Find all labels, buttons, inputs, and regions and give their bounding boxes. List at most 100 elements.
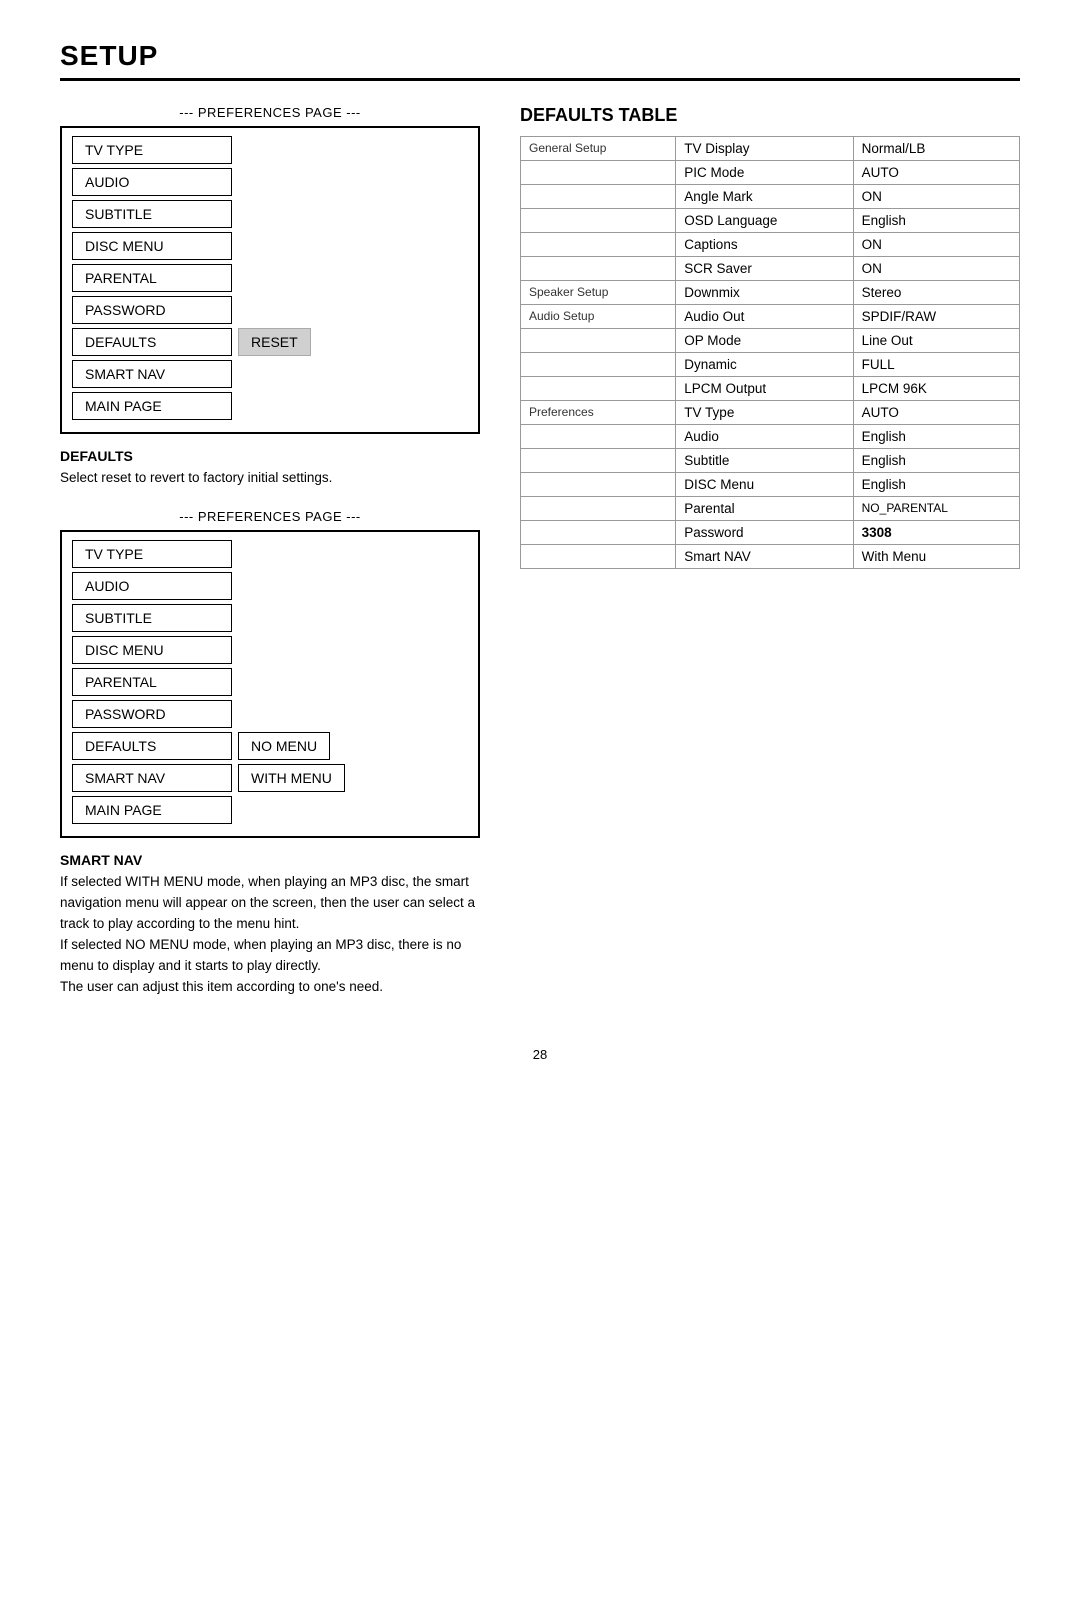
menu-label-tvtype[interactable]: TV TYPE xyxy=(72,136,232,164)
main-layout: --- PREFERENCES PAGE --- TV TYPE AUDIO S… xyxy=(60,105,1020,1017)
smartnav-desc-text: If selected WITH MENU mode, when playing… xyxy=(60,872,480,998)
left-column: --- PREFERENCES PAGE --- TV TYPE AUDIO S… xyxy=(60,105,480,1017)
table-cell-value: FULL xyxy=(853,353,1019,377)
menu-label-subtitle[interactable]: SUBTITLE xyxy=(72,200,232,228)
list-item: DISC MENU xyxy=(72,636,468,664)
table-row: Audio Setup Audio Out SPDIF/RAW xyxy=(521,305,1020,329)
list-item: MAIN PAGE xyxy=(72,796,468,824)
menu2-label-tvtype[interactable]: TV TYPE xyxy=(72,540,232,568)
menu2-extra-nomenu[interactable]: NO MENU xyxy=(238,732,330,760)
table-cell-category xyxy=(521,185,676,209)
table-cell-category: Preferences xyxy=(521,401,676,425)
table-cell-value: With Menu xyxy=(853,545,1019,569)
table-cell-category: Speaker Setup xyxy=(521,281,676,305)
menu2-label-discmenu[interactable]: DISC MENU xyxy=(72,636,232,664)
table-cell-value: ON xyxy=(853,233,1019,257)
menu2-label-smartnav[interactable]: SMART NAV xyxy=(72,764,232,792)
table-row: DISC Menu English xyxy=(521,473,1020,497)
list-item: SMART NAV WITH MENU xyxy=(72,764,468,792)
table-cell-setting: Subtitle xyxy=(676,449,853,473)
menu-label-defaults[interactable]: DEFAULTS xyxy=(72,328,232,356)
table-cell-value: English xyxy=(853,473,1019,497)
menu2-label-defaults[interactable]: DEFAULTS xyxy=(72,732,232,760)
table-row: Speaker Setup Downmix Stereo xyxy=(521,281,1020,305)
table-cell-setting: Audio Out xyxy=(676,305,853,329)
menu-label-smartnav[interactable]: SMART NAV xyxy=(72,360,232,388)
table-cell-value: ON xyxy=(853,185,1019,209)
list-item: SUBTITLE xyxy=(72,200,468,228)
list-item: TV TYPE xyxy=(72,540,468,568)
table-cell-value: NO_PARENTAL xyxy=(853,497,1019,521)
list-item: SMART NAV xyxy=(72,360,468,388)
table-row: Parental NO_PARENTAL xyxy=(521,497,1020,521)
list-item: DISC MENU xyxy=(72,232,468,260)
table-cell-setting: TV Display xyxy=(676,137,853,161)
table-cell-category: Audio Setup xyxy=(521,305,676,329)
table-cell-setting: Parental xyxy=(676,497,853,521)
table-cell-setting: Dynamic xyxy=(676,353,853,377)
menu-label-discmenu[interactable]: DISC MENU xyxy=(72,232,232,260)
table-cell-value bold-val: 3308 xyxy=(853,521,1019,545)
table-cell-value: SPDIF/RAW xyxy=(853,305,1019,329)
menu-label-audio[interactable]: AUDIO xyxy=(72,168,232,196)
table-cell-category xyxy=(521,545,676,569)
table-cell-value: Stereo xyxy=(853,281,1019,305)
table-cell-category xyxy=(521,329,676,353)
table-row: Subtitle English xyxy=(521,449,1020,473)
menu2-label-password[interactable]: PASSWORD xyxy=(72,700,232,728)
table-row: SCR Saver ON xyxy=(521,257,1020,281)
table-row: LPCM Output LPCM 96K xyxy=(521,377,1020,401)
table-row: Preferences TV Type AUTO xyxy=(521,401,1020,425)
table-cell-setting: DISC Menu xyxy=(676,473,853,497)
table-cell-value: Line Out xyxy=(853,329,1019,353)
list-item: TV TYPE xyxy=(72,136,468,164)
table-cell-setting: Smart NAV xyxy=(676,545,853,569)
menu-label-mainpage[interactable]: MAIN PAGE xyxy=(72,392,232,420)
table-cell-category xyxy=(521,161,676,185)
table-row: Smart NAV With Menu xyxy=(521,545,1020,569)
menu-label-parental[interactable]: PARENTAL xyxy=(72,264,232,292)
list-item: MAIN PAGE xyxy=(72,392,468,420)
table-cell-category: General Setup xyxy=(521,137,676,161)
table-row: Password 3308 xyxy=(521,521,1020,545)
table-cell-setting: Angle Mark xyxy=(676,185,853,209)
menu-box-1: TV TYPE AUDIO SUBTITLE DISC MENU PARENTA… xyxy=(60,126,480,434)
table-cell-value: AUTO xyxy=(853,161,1019,185)
table-row: OSD Language English xyxy=(521,209,1020,233)
table-cell-setting: SCR Saver xyxy=(676,257,853,281)
table-cell-value: English xyxy=(853,449,1019,473)
menu2-label-mainpage[interactable]: MAIN PAGE xyxy=(72,796,232,824)
table-cell-value: English xyxy=(853,425,1019,449)
table-cell-value: Normal/LB xyxy=(853,137,1019,161)
table-cell-category xyxy=(521,257,676,281)
table-row: OP Mode Line Out xyxy=(521,329,1020,353)
menu-extra-reset[interactable]: RESET xyxy=(238,328,311,356)
defaults-description: DEFAULTS Select reset to revert to facto… xyxy=(60,448,480,489)
table-cell-setting: TV Type xyxy=(676,401,853,425)
menu2-label-subtitle[interactable]: SUBTITLE xyxy=(72,604,232,632)
menu-label-password[interactable]: PASSWORD xyxy=(72,296,232,324)
table-cell-setting: Downmix xyxy=(676,281,853,305)
defaults-table-title: DEFAULTS TABLE xyxy=(520,105,1020,126)
table-row: Audio English xyxy=(521,425,1020,449)
menu2-label-audio[interactable]: AUDIO xyxy=(72,572,232,600)
section1-header: --- PREFERENCES PAGE --- xyxy=(60,105,480,120)
table-cell-value: LPCM 96K xyxy=(853,377,1019,401)
defaults-desc-title: DEFAULTS xyxy=(60,448,480,464)
menu2-extra-withmenu[interactable]: WITH MENU xyxy=(238,764,345,792)
defaults-desc-text: Select reset to revert to factory initia… xyxy=(60,468,480,489)
table-row: PIC Mode AUTO xyxy=(521,161,1020,185)
table-row: Dynamic FULL xyxy=(521,353,1020,377)
list-item: PASSWORD xyxy=(72,296,468,324)
list-item: PARENTAL xyxy=(72,264,468,292)
right-column: DEFAULTS TABLE General Setup TV Display … xyxy=(520,105,1020,569)
table-cell-value: English xyxy=(853,209,1019,233)
menu-box-2: TV TYPE AUDIO SUBTITLE DISC MENU PARENTA… xyxy=(60,530,480,838)
list-item: PASSWORD xyxy=(72,700,468,728)
table-cell-category xyxy=(521,377,676,401)
table-cell-value: AUTO xyxy=(853,401,1019,425)
section2-header: --- PREFERENCES PAGE --- xyxy=(60,509,480,524)
table-cell-setting: PIC Mode xyxy=(676,161,853,185)
defaults-table: General Setup TV Display Normal/LB PIC M… xyxy=(520,136,1020,569)
menu2-label-parental[interactable]: PARENTAL xyxy=(72,668,232,696)
